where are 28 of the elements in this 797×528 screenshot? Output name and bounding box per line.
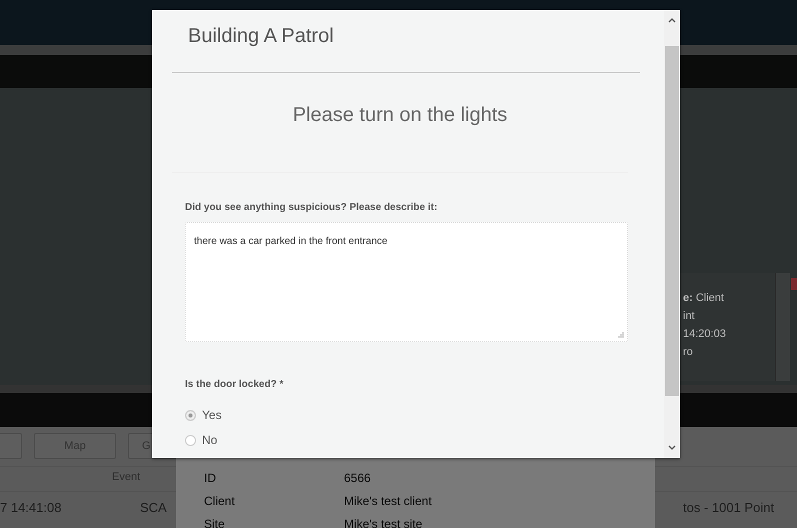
option-label: No xyxy=(202,433,218,447)
field-label: Client xyxy=(203,494,236,508)
info-text: 14:20:03 xyxy=(683,327,727,342)
field-label: ID xyxy=(203,470,217,484)
scrollbar[interactable] xyxy=(664,10,680,458)
info-text: e: Client xyxy=(683,291,725,306)
instruction-text: Please turn on the lights xyxy=(172,73,628,173)
modal-title: Building A Patrol xyxy=(187,24,335,49)
info-text: int xyxy=(683,309,696,324)
answer-box[interactable]: there was a car parked in the front entrance xyxy=(185,222,628,342)
field-value: Mike's test client xyxy=(344,494,432,508)
badge-icon xyxy=(791,278,797,290)
table-cell: tos - 1001 Point xyxy=(683,500,774,515)
radio-button[interactable] xyxy=(185,434,196,446)
field-value: Mike's test site xyxy=(344,516,422,528)
table-cell: 7 14:41:08 xyxy=(0,500,62,515)
info-text: ro xyxy=(683,345,694,360)
field-value: 6566 xyxy=(344,470,371,484)
scroll-up-icon[interactable] xyxy=(668,18,676,23)
scroll-down-icon[interactable] xyxy=(668,445,676,450)
question-label: Is the door locked? * xyxy=(185,378,284,391)
field-label: Site xyxy=(203,516,226,528)
scrollbar[interactable] xyxy=(775,273,790,381)
option-label: Yes xyxy=(202,408,222,422)
table-cell: SCA xyxy=(140,500,167,515)
question-label: Did you see anything suspicious? Please describe it: xyxy=(185,201,438,214)
radio-button[interactable] xyxy=(185,410,196,420)
resize-grip-icon[interactable] xyxy=(618,332,624,338)
